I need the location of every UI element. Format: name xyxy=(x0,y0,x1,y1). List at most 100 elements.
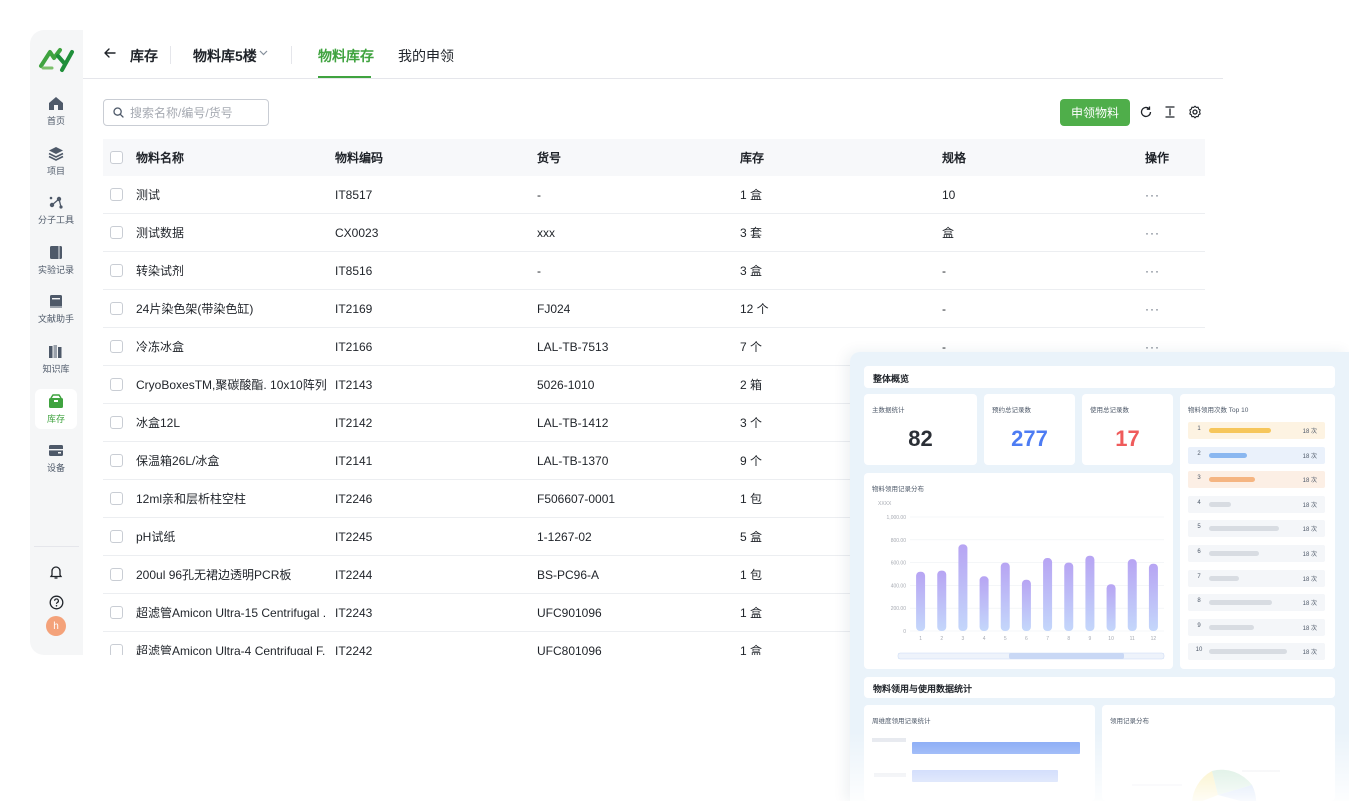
row-checkbox[interactable] xyxy=(110,377,123,391)
rank-count: 18 次 xyxy=(1302,601,1317,608)
row-actions-button[interactable]: ··· xyxy=(1145,214,1195,251)
breadcrumb[interactable]: 库存 xyxy=(130,46,158,66)
sidebar-item-molecule[interactable]: 分子工具 xyxy=(35,190,77,230)
sidebar-item-inventory[interactable]: 库存 xyxy=(35,388,77,429)
apply-material-button[interactable]: 申领物料 xyxy=(1060,99,1130,126)
stat-label: 主数据统计 xyxy=(872,407,905,414)
select-all-checkbox[interactable] xyxy=(110,150,123,164)
sidebar-item-device[interactable]: 设备 xyxy=(35,438,77,478)
active-tab-indicator xyxy=(318,76,371,78)
x-tick-label: 12 xyxy=(1151,636,1157,642)
row-checkbox[interactable] xyxy=(110,225,123,239)
cell-code: IT2166 xyxy=(335,339,373,354)
sidebar-item-notebook[interactable]: 实验记录 xyxy=(35,240,77,280)
row-checkbox[interactable] xyxy=(110,567,123,581)
row-checkbox[interactable] xyxy=(110,529,123,543)
row-checkbox[interactable] xyxy=(110,187,123,201)
header-divider xyxy=(291,46,292,64)
inventory-icon xyxy=(49,393,63,408)
cell-sku: UFC801096 xyxy=(537,643,602,656)
x-tick-label: 8 xyxy=(1067,636,1070,642)
sidebar-item-books[interactable]: 知识库 xyxy=(35,339,77,379)
rank-bar xyxy=(1209,649,1287,655)
sidebar-item-label: 设备 xyxy=(46,463,65,474)
usage-stats-title: 物料领用与使用数据统计 xyxy=(873,684,973,694)
search-box[interactable] xyxy=(103,99,269,126)
help-button[interactable] xyxy=(45,591,67,613)
row-checkbox[interactable] xyxy=(110,301,123,315)
chevron-down-icon[interactable] xyxy=(259,50,268,56)
rank-bar xyxy=(1209,477,1255,483)
cell-stock: 3 盒 xyxy=(740,264,763,278)
rank-number: 5 xyxy=(1197,524,1201,531)
rank-number: 8 xyxy=(1197,598,1201,605)
app-screen: 首页 项目 分子工具 实验记录 文献助手 知识库 库存 设备 h 库存 物料库5楼 物料库存 … xyxy=(0,0,1349,801)
x-tick-label: 6 xyxy=(1025,636,1028,642)
cell-code: IT2169 xyxy=(335,301,373,316)
row-checkbox[interactable] xyxy=(110,453,123,467)
cell-code: IT2242 xyxy=(335,643,373,656)
rank-count: 18 次 xyxy=(1302,478,1317,485)
stat-value: 277 xyxy=(1011,426,1048,451)
settings-gear-icon[interactable] xyxy=(1188,105,1202,119)
tab-my-requests[interactable]: 我的申领 xyxy=(398,46,454,66)
cell-code: IT2245 xyxy=(335,529,373,544)
row-checkbox[interactable] xyxy=(110,415,123,429)
sidebar-item-home[interactable]: 首页 xyxy=(35,91,77,131)
cell-sku: LAL-TB-1412 xyxy=(537,415,609,430)
layers-icon xyxy=(48,146,64,161)
sidebar-item-label: 知识库 xyxy=(42,364,70,374)
refresh-icon[interactable] xyxy=(1139,105,1153,119)
tab-material-stock[interactable]: 物料库存 xyxy=(318,46,374,66)
sidebar-item-book[interactable]: 文献助手 xyxy=(35,289,77,329)
row-actions-button[interactable]: ··· xyxy=(1145,252,1195,289)
cell-sku: LAL-TB-1370 xyxy=(537,453,609,468)
logo-icon xyxy=(39,48,74,72)
notebook-icon xyxy=(50,245,62,259)
table-row[interactable]: 转染试剂 IT8516 - 3 盒 - ··· xyxy=(103,252,1205,290)
rank-number: 6 xyxy=(1197,549,1201,555)
row-checkbox[interactable] xyxy=(110,339,123,353)
rank-bar xyxy=(1209,575,1239,581)
table-row[interactable]: 测试数据 CX0023 xxx 3 套 盒 ··· xyxy=(103,214,1205,252)
chart-bar xyxy=(916,571,926,631)
chart-bar xyxy=(1106,584,1116,631)
chart-bar xyxy=(1000,562,1010,631)
sidebar-item-label: 项目 xyxy=(46,165,65,176)
sidebar-item-label: 库存 xyxy=(46,413,65,424)
row-actions-button[interactable]: ··· xyxy=(1145,290,1195,327)
x-tick-label: 9 xyxy=(1089,636,1092,642)
notification-button[interactable] xyxy=(45,561,67,583)
chart-bar xyxy=(958,544,968,631)
column-height-icon[interactable] xyxy=(1163,105,1177,119)
sidebar-item-label: 首页 xyxy=(46,116,65,126)
sidebar-item-label: 实验记录 xyxy=(37,264,74,275)
chart-bar xyxy=(1021,579,1031,631)
row-checkbox[interactable] xyxy=(110,491,123,505)
overview-title: 整体概览 xyxy=(873,374,910,384)
warehouse-selector[interactable]: 物料库5楼 xyxy=(193,46,257,66)
rank-bar xyxy=(1209,526,1279,532)
sidebar: 首页项目分子工具实验记录文献助手知识库库存设备 h xyxy=(30,30,83,655)
column-header-code: 物料编码 xyxy=(335,151,384,165)
table-row[interactable]: 测试 IT8517 - 1 盒 10 ··· xyxy=(103,176,1205,214)
chart-bar xyxy=(1085,555,1095,631)
cell-name: pH试纸 xyxy=(136,530,176,544)
row-actions-button[interactable]: ··· xyxy=(1145,176,1195,213)
rank-count: 18 次 xyxy=(1302,625,1317,632)
usage-stats-header: 物料领用与使用数据统计 xyxy=(864,677,1335,698)
row-checkbox[interactable] xyxy=(110,643,123,655)
top10-item: 7 18 次 xyxy=(1188,569,1325,587)
back-arrow-icon[interactable] xyxy=(103,46,117,60)
sidebar-item-layers[interactable]: 项目 xyxy=(35,141,77,181)
avatar: h xyxy=(46,616,66,636)
cell-name: 24片染色架(带染色缸) xyxy=(136,302,254,316)
stat-value: 82 xyxy=(908,426,933,451)
row-checkbox[interactable] xyxy=(110,263,123,277)
user-avatar-button[interactable]: h xyxy=(45,615,67,637)
table-row[interactable]: 24片染色架(带染色缸) IT2169 FJ024 12 个 - ··· xyxy=(103,290,1205,328)
column-header-sku: 货号 xyxy=(537,151,562,165)
row-checkbox[interactable] xyxy=(110,605,123,619)
search-input[interactable] xyxy=(130,105,260,120)
x-tick-label: 7 xyxy=(1046,636,1049,642)
